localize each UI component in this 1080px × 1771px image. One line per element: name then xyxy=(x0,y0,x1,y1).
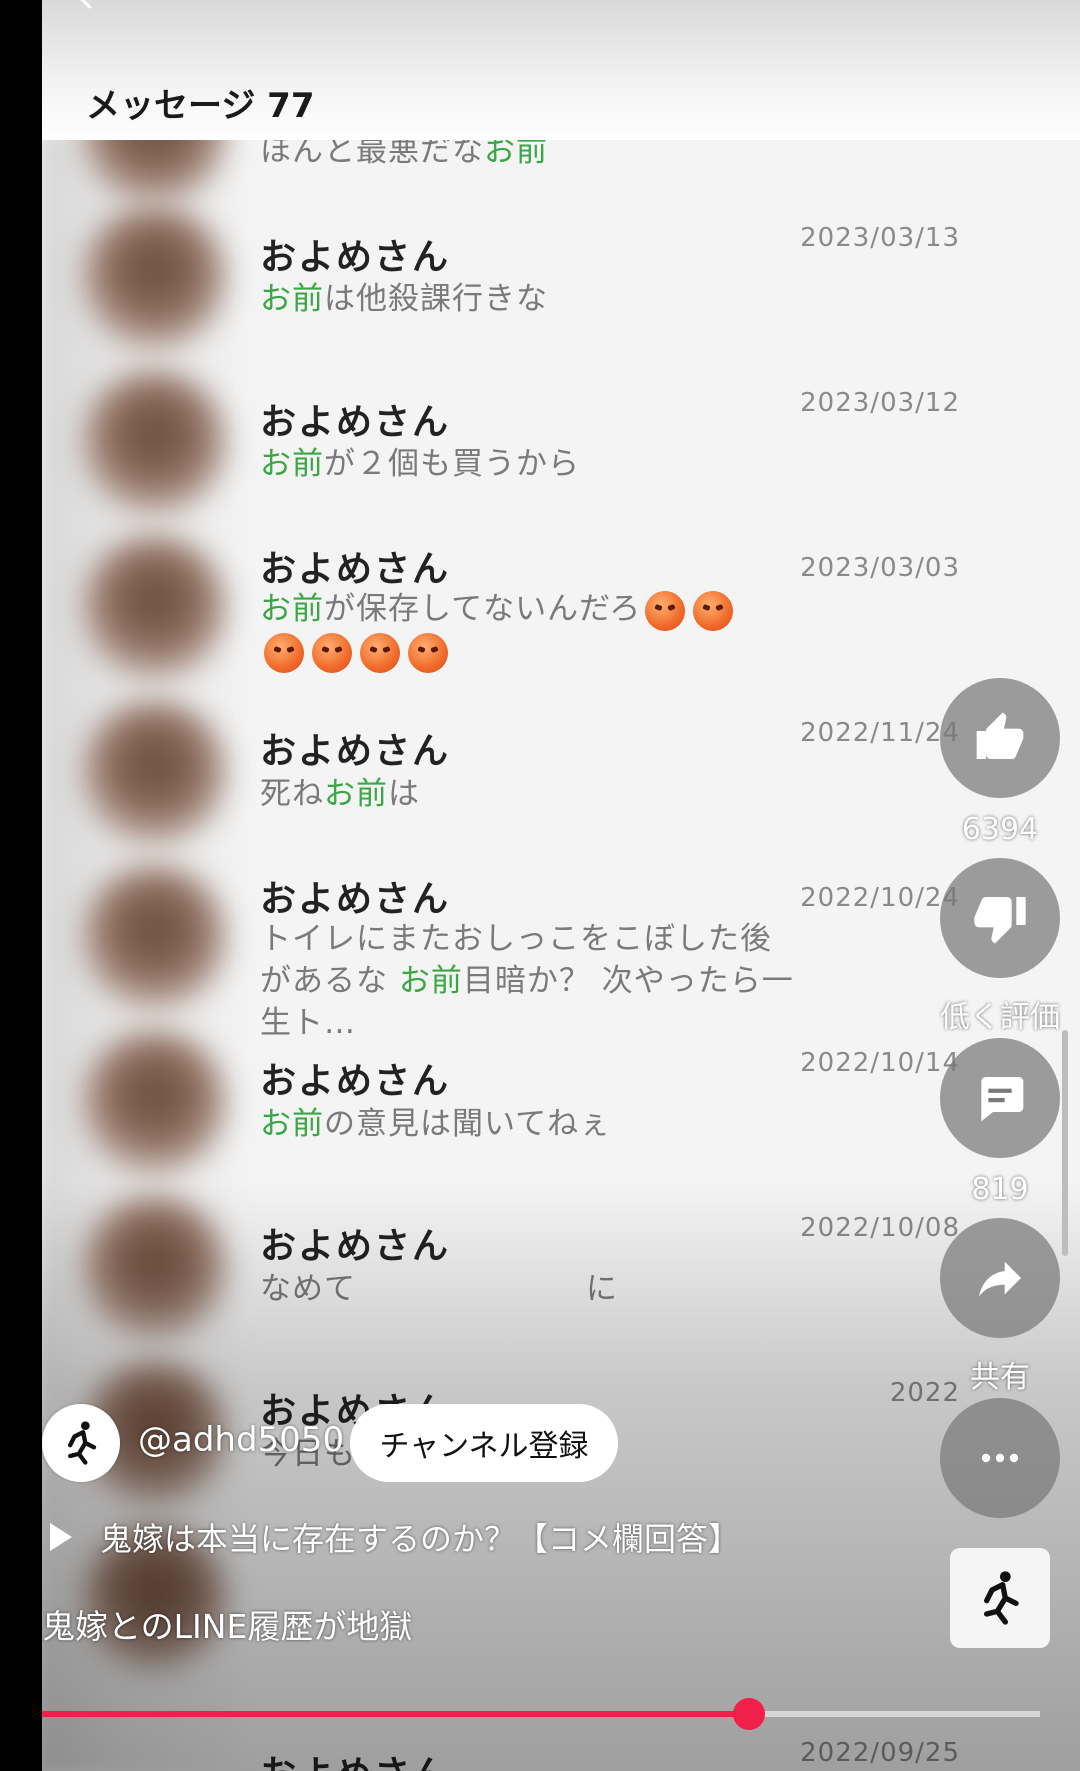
avatar xyxy=(82,700,227,845)
left-black-bar xyxy=(0,0,42,1771)
related-video-link[interactable]: 鬼嫁は本当に存在するのか？【コメ欄回答】 xyxy=(50,1514,740,1560)
channel-shortcut[interactable] xyxy=(950,1548,1050,1648)
channel-handle[interactable]: @adhd5050 xyxy=(138,1420,344,1460)
message-date: 2022/10/14 xyxy=(800,1048,960,1078)
angry-face-icon xyxy=(312,633,352,673)
angry-face-icon xyxy=(360,633,400,673)
avatar xyxy=(82,1195,227,1340)
angry-face-icon xyxy=(645,590,686,631)
messages-header: メッセージ 77 xyxy=(42,0,1080,140)
message-preview: トイレにまたおしっこをこぼした後があるな お前目暗か？ 次やったら一生ト… xyxy=(260,921,794,1041)
video-title: 鬼嫁とのLINE履歴が地獄 xyxy=(42,1607,413,1646)
scrollbar[interactable] xyxy=(1062,1030,1068,1256)
channel-avatar[interactable] xyxy=(42,1404,120,1482)
message-date: 2023/03/13 xyxy=(800,223,960,253)
running-person-icon xyxy=(68,1421,97,1465)
avatar xyxy=(82,535,227,680)
message-sender: およめさん xyxy=(260,1226,451,1267)
share-button[interactable] xyxy=(940,1218,1060,1338)
thumbs-down-icon xyxy=(974,897,1026,944)
message-preview: お前は他殺課行きな xyxy=(260,281,548,317)
progress-handle[interactable] xyxy=(732,1698,765,1730)
angry-face-icon xyxy=(408,633,448,673)
like-count: 6394 xyxy=(961,812,1039,847)
thumbs-up-icon xyxy=(976,712,1024,759)
back-icon[interactable] xyxy=(76,0,103,9)
avatar xyxy=(82,1030,227,1175)
message-sender: およめさん xyxy=(260,731,451,772)
message-date: 2023/03/03 xyxy=(800,553,960,583)
avatar xyxy=(82,370,227,515)
avatar xyxy=(82,865,227,1010)
more-horizontal-icon xyxy=(981,1453,1019,1463)
message-list: ほんと最悪だなお前 およめさん 2023/03/13 お前は他殺課行きな およめ… xyxy=(42,0,1080,1771)
running-person-icon xyxy=(984,1571,1019,1625)
angry-face-icon xyxy=(264,633,304,673)
subscribe-button[interactable]: チャンネル登録 xyxy=(350,1404,618,1482)
share-icon xyxy=(979,1261,1021,1297)
comments-button[interactable] xyxy=(940,1038,1060,1158)
message-date: 2022/09/25 xyxy=(800,1738,960,1768)
dislike-label: 低く評価 xyxy=(940,1000,1060,1035)
message-date: 2022/10/24 xyxy=(800,883,960,913)
message-preview: 死ねお前は xyxy=(260,776,420,812)
comment-icon xyxy=(981,1077,1024,1122)
progress-bar[interactable] xyxy=(42,1698,1040,1730)
progress-fill xyxy=(42,1711,749,1717)
avatar xyxy=(82,205,227,350)
play-icon xyxy=(50,1523,72,1551)
message-sender: およめさん xyxy=(260,549,451,590)
like-button[interactable] xyxy=(940,678,1060,798)
angry-face-icon xyxy=(693,590,734,631)
message-date: 2022/10/08 xyxy=(800,1213,960,1243)
video-frame[interactable]: ほんと最悪だなお前 およめさん 2023/03/13 お前は他殺課行きな およめ… xyxy=(42,0,1080,1771)
message-sender: およめさん xyxy=(260,237,451,278)
comment-count: 819 xyxy=(971,1172,1029,1207)
share-label: 共有 xyxy=(970,1360,1030,1395)
message-preview: お前が２個も買うから xyxy=(260,446,580,482)
message-preview: お前の意見は聞いてねぇ xyxy=(260,1106,612,1142)
more-button[interactable] xyxy=(940,1398,1060,1518)
message-sender: およめさん xyxy=(260,1745,450,1771)
related-video-label: 鬼嫁は本当に存在するのか？【コメ欄回答】 xyxy=(100,1520,741,1558)
message-preview: お前が保存してないんだろ xyxy=(260,588,780,673)
message-sender: およめさん xyxy=(260,879,451,920)
message-sender: およめさん xyxy=(260,402,451,443)
message-date: 2022/11/24 xyxy=(800,718,960,748)
page-title: メッセージ 77 xyxy=(86,86,315,126)
message-date: 2023/03/12 xyxy=(800,388,960,418)
message-preview: なめてに xyxy=(260,1271,618,1307)
message-sender: およめさん xyxy=(260,1061,451,1102)
dislike-button[interactable] xyxy=(940,858,1060,978)
